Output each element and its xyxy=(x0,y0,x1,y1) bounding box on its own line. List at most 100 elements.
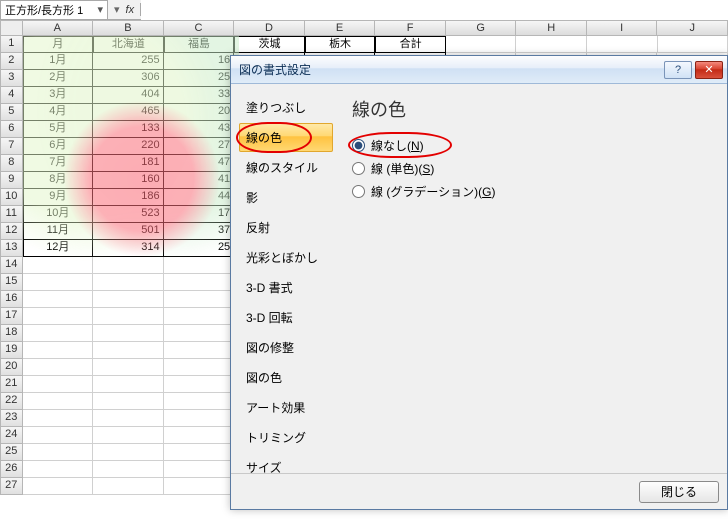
row-header[interactable]: 26 xyxy=(0,461,23,478)
cell[interactable]: 255 xyxy=(93,53,164,70)
line-color-option[interactable]: 線 (単色)(S) xyxy=(352,157,711,180)
dialog-category[interactable]: 図の修整 xyxy=(239,333,333,362)
cell[interactable] xyxy=(23,342,94,359)
cell[interactable] xyxy=(23,274,94,291)
cell[interactable] xyxy=(164,325,235,342)
cell[interactable] xyxy=(164,291,235,308)
cell[interactable]: 1月 xyxy=(23,53,94,70)
cell[interactable] xyxy=(23,291,94,308)
dialog-category[interactable]: 図の色 xyxy=(239,363,333,392)
cell[interactable]: 404 xyxy=(93,87,164,104)
cell[interactable] xyxy=(164,393,235,410)
cell[interactable] xyxy=(23,325,94,342)
cell[interactable]: 20 xyxy=(164,104,235,121)
cell[interactable]: 12月 xyxy=(23,240,94,257)
cell[interactable] xyxy=(23,427,94,444)
line-color-option[interactable]: 線なし(N) xyxy=(352,134,711,157)
row-header[interactable]: 21 xyxy=(0,376,23,393)
column-header[interactable]: E xyxy=(305,20,376,36)
dialog-category[interactable]: 線の色 xyxy=(239,123,333,152)
cell[interactable]: 月 xyxy=(23,36,94,53)
cell[interactable] xyxy=(446,36,517,53)
dialog-category[interactable]: 影 xyxy=(239,183,333,212)
row-header[interactable]: 20 xyxy=(0,359,23,376)
column-header[interactable]: D xyxy=(234,20,305,36)
cell[interactable] xyxy=(93,274,164,291)
row-header[interactable]: 13 xyxy=(0,240,23,257)
cell[interactable] xyxy=(587,36,658,53)
cell[interactable] xyxy=(164,376,235,393)
row-header[interactable]: 27 xyxy=(0,478,23,495)
cell[interactable] xyxy=(164,359,235,376)
cell[interactable]: 181 xyxy=(93,155,164,172)
row-header[interactable]: 5 xyxy=(0,104,23,121)
column-header[interactable]: C xyxy=(164,20,235,36)
cell[interactable]: 27 xyxy=(164,138,235,155)
cell[interactable]: 306 xyxy=(93,70,164,87)
row-header[interactable]: 23 xyxy=(0,410,23,427)
cell[interactable]: 33 xyxy=(164,87,235,104)
cell[interactable] xyxy=(23,393,94,410)
cell[interactable]: 25 xyxy=(164,240,235,257)
cell[interactable]: 25 xyxy=(164,70,235,87)
cell[interactable]: 17 xyxy=(164,206,235,223)
fx-icon[interactable]: fx xyxy=(126,4,135,16)
row-header[interactable]: 15 xyxy=(0,274,23,291)
formula-input[interactable] xyxy=(141,0,728,20)
cell[interactable] xyxy=(93,461,164,478)
row-header[interactable]: 22 xyxy=(0,393,23,410)
name-box[interactable]: 正方形/長方形 1 ▾ xyxy=(0,0,108,20)
cell[interactable] xyxy=(93,444,164,461)
cell[interactable] xyxy=(23,478,94,495)
cell[interactable]: 福島 xyxy=(164,36,235,53)
cell[interactable]: 合計 xyxy=(375,36,446,53)
column-header[interactable]: H xyxy=(516,20,587,36)
cell[interactable]: 6月 xyxy=(23,138,94,155)
column-header[interactable]: B xyxy=(93,20,164,36)
cell[interactable] xyxy=(93,410,164,427)
column-header[interactable]: F xyxy=(375,20,446,36)
cell[interactable] xyxy=(93,478,164,495)
cell[interactable]: 220 xyxy=(93,138,164,155)
radio-input[interactable] xyxy=(352,139,365,152)
cell[interactable] xyxy=(164,410,235,427)
dialog-category[interactable]: サイズ xyxy=(239,453,333,473)
cell[interactable] xyxy=(164,257,235,274)
cell[interactable]: 9月 xyxy=(23,189,94,206)
help-button[interactable]: ? xyxy=(664,61,692,79)
cell[interactable]: 3月 xyxy=(23,87,94,104)
cell[interactable] xyxy=(93,291,164,308)
cell[interactable]: 160 xyxy=(93,172,164,189)
dialog-close-button[interactable]: 閉じる xyxy=(639,481,719,503)
dialog-category[interactable]: 3-D 書式 xyxy=(239,273,333,302)
line-color-option[interactable]: 線 (グラデーション)(G) xyxy=(352,180,711,203)
dialog-category[interactable]: 線のスタイル xyxy=(239,153,333,182)
select-all-corner[interactable] xyxy=(0,20,23,36)
radio-input[interactable] xyxy=(352,162,365,175)
column-header[interactable]: G xyxy=(446,20,517,36)
chevron-down-icon[interactable]: ▾ xyxy=(114,3,120,16)
cell[interactable]: 北海道 xyxy=(93,36,164,53)
row-header[interactable]: 6 xyxy=(0,121,23,138)
cell[interactable]: 47 xyxy=(164,155,235,172)
dialog-category[interactable]: 光彩とぼかし xyxy=(239,243,333,272)
row-header[interactable]: 14 xyxy=(0,257,23,274)
cell[interactable] xyxy=(93,308,164,325)
row-header[interactable]: 17 xyxy=(0,308,23,325)
cell[interactable] xyxy=(164,308,235,325)
row-header[interactable]: 10 xyxy=(0,189,23,206)
cell[interactable]: 11月 xyxy=(23,223,94,240)
cell[interactable]: 314 xyxy=(93,240,164,257)
row-header[interactable]: 24 xyxy=(0,427,23,444)
dialog-category[interactable]: アート効果 xyxy=(239,393,333,422)
dialog-category[interactable]: 3-D 回転 xyxy=(239,303,333,332)
row-header[interactable]: 8 xyxy=(0,155,23,172)
cell[interactable]: 5月 xyxy=(23,121,94,138)
cell[interactable]: 16 xyxy=(164,53,235,70)
cell[interactable] xyxy=(93,257,164,274)
row-header[interactable]: 4 xyxy=(0,87,23,104)
cell[interactable] xyxy=(164,478,235,495)
dialog-category[interactable]: 塗りつぶし xyxy=(239,93,333,122)
cell[interactable]: 2月 xyxy=(23,70,94,87)
cell[interactable]: 8月 xyxy=(23,172,94,189)
